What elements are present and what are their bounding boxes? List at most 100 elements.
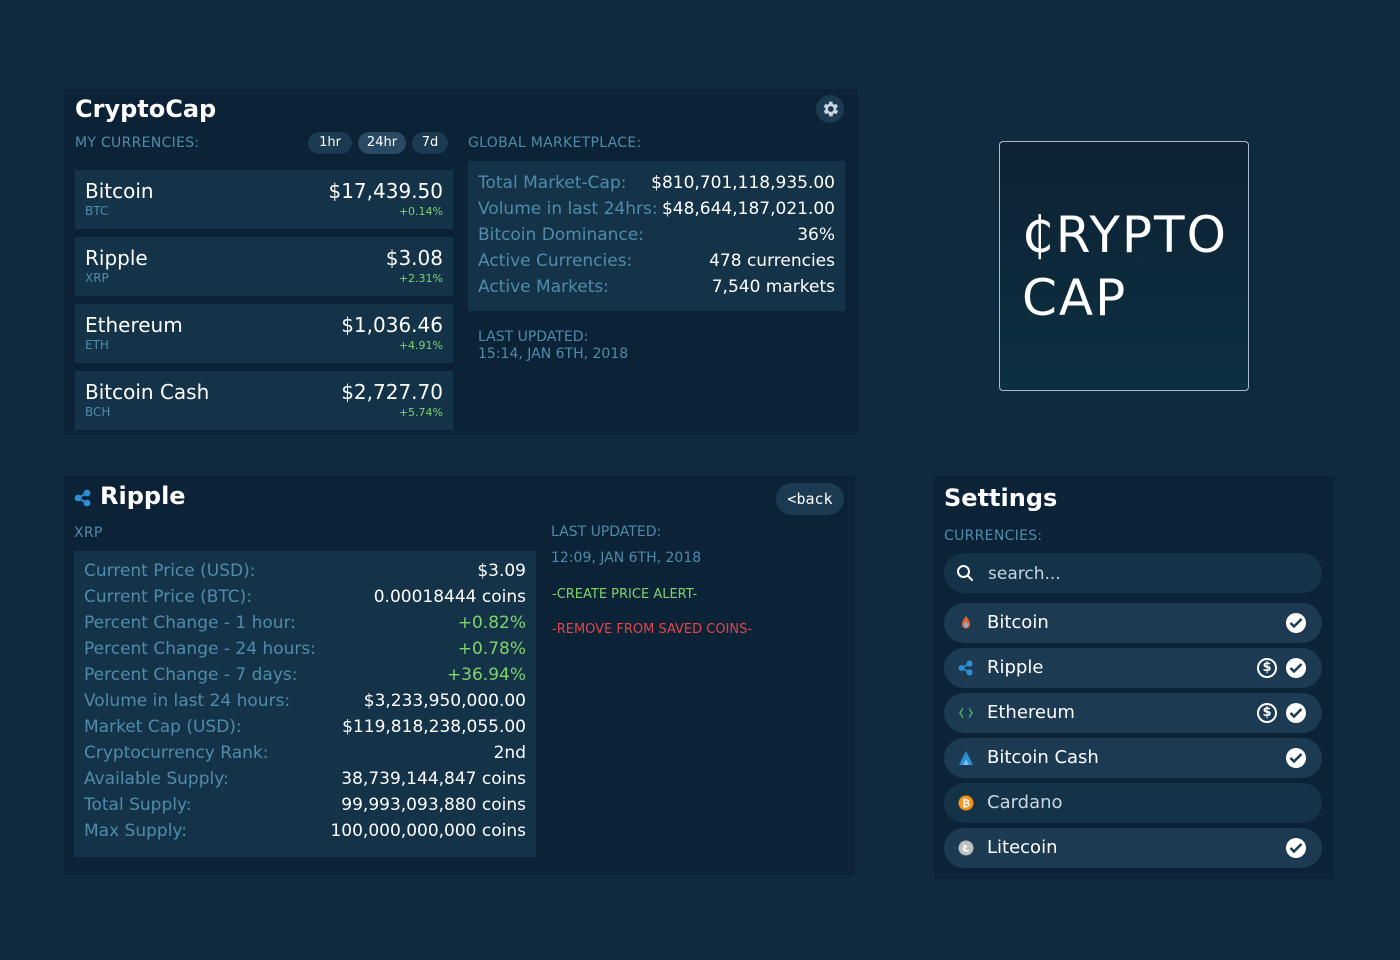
coin-price: $2,727.70	[341, 380, 443, 404]
price-alert-icon[interactable]: $	[1257, 703, 1277, 723]
detail-symbol: XRP	[74, 525, 103, 541]
my-currencies-label: MY CURRENCIES:	[75, 135, 200, 151]
coin-name: Ripple	[85, 246, 148, 270]
filter-24hr[interactable]: 24hr	[358, 132, 406, 154]
stat-label: Current Price (USD):	[84, 561, 256, 581]
stat-value: $119,818,238,055.00	[342, 717, 526, 737]
stat-value: +0.78%	[457, 639, 526, 659]
stat-value: +0.82%	[457, 613, 526, 633]
coin-detail-panel: Ripple <back XRP Current Price (USD): $3.…	[64, 476, 855, 875]
coin-price: $1,036.46	[341, 313, 443, 337]
currency-card-ripple[interactable]: Ripple XRP $3.08 +2.31%	[75, 237, 453, 296]
stat-value: 36%	[797, 225, 835, 245]
settings-item-label: Bitcoin Cash	[987, 747, 1099, 768]
settings-item-cardano[interactable]: ₿ Cardano	[944, 783, 1322, 823]
coin-change: +5.74%	[398, 406, 443, 419]
coin-name: Bitcoin	[85, 179, 154, 203]
detail-row: Available Supply: 38,739,144,847 coins	[84, 769, 526, 795]
price-alert-icon[interactable]: $	[1257, 658, 1277, 678]
settings-item-label: Litecoin	[987, 837, 1058, 858]
global-row: Active Currencies: 478 currencies	[478, 251, 835, 277]
ripple-icon	[74, 489, 91, 507]
svg-text:₿: ₿	[962, 798, 970, 810]
search-input[interactable]	[986, 559, 1310, 589]
coin-price: $3.08	[385, 246, 443, 270]
detail-row: Total Supply: 99,993,093,880 coins	[84, 795, 526, 821]
settings-item-ethereum[interactable]: Ethereum $	[944, 693, 1322, 733]
global-stats-box: Total Market-Cap: $810,701,118,935.00 Vo…	[468, 161, 845, 311]
detail-row: Current Price (BTC): 0.00018444 coins	[84, 587, 526, 613]
detail-row: Percent Change - 1 hour: +0.82%	[84, 613, 526, 639]
stat-value: 2nd	[493, 743, 526, 763]
detail-last-updated-label: LAST UPDATED:	[551, 524, 662, 540]
coin-name: Bitcoin Cash	[85, 380, 210, 404]
stat-label: Active Markets:	[478, 277, 610, 297]
settings-currencies-label: CURRENCIES:	[944, 528, 1043, 544]
filter-1hr[interactable]: 1hr	[308, 132, 352, 154]
stat-label: Volume in last 24hrs:	[478, 199, 658, 219]
filter-7d[interactable]: 7d	[412, 132, 448, 154]
settings-title: Settings	[944, 484, 1058, 512]
detail-row: Current Price (USD): $3.09	[84, 561, 526, 587]
check-icon[interactable]	[1286, 658, 1306, 678]
stat-label: Market Cap (USD):	[84, 717, 242, 737]
bitcoin-cash-icon	[959, 751, 973, 765]
settings-item-label: Ripple	[987, 657, 1044, 678]
settings-item-bitcoin-cash[interactable]: Bitcoin Cash	[944, 738, 1322, 778]
stat-label: Current Price (BTC):	[84, 587, 253, 607]
search-bar[interactable]	[944, 553, 1322, 593]
settings-item-ripple[interactable]: Ripple $	[944, 648, 1322, 688]
main-panel: CryptoCap MY CURRENCIES: 1hr 24hr 7d Bit…	[64, 89, 858, 435]
coin-symbol: XRP	[85, 271, 109, 285]
settings-panel: Settings CURRENCIES: Bitcoin Ripple $	[934, 476, 1334, 879]
stat-label: Volume in last 24 hours:	[84, 691, 291, 711]
global-marketplace-label: GLOBAL MARKETPLACE:	[468, 135, 642, 151]
stat-value: 0.00018444 coins	[373, 587, 526, 607]
check-icon[interactable]	[1286, 703, 1306, 723]
coin-change: +0.14%	[398, 205, 443, 218]
stat-label: Percent Change - 1 hour:	[84, 613, 296, 633]
gear-icon	[823, 101, 839, 117]
stat-label: Max Supply:	[84, 821, 187, 841]
currency-card-bitcoin-cash[interactable]: Bitcoin Cash BCH $2,727.70 +5.74%	[75, 371, 453, 430]
global-row: Total Market-Cap: $810,701,118,935.00	[478, 173, 835, 199]
check-icon[interactable]	[1286, 838, 1306, 858]
cardano-icon: ₿	[958, 795, 974, 811]
detail-stats-box: Current Price (USD): $3.09 Current Price …	[74, 551, 536, 857]
stat-label: Percent Change - 24 hours:	[84, 639, 316, 659]
detail-row: Percent Change - 24 hours: +0.78%	[84, 639, 526, 665]
stat-label: Total Supply:	[84, 795, 192, 815]
logo-line-1: ₵RYPTO	[1022, 206, 1228, 264]
settings-item-bitcoin[interactable]: Bitcoin	[944, 603, 1322, 643]
detail-row: Percent Change - 7 days: +36.94%	[84, 665, 526, 691]
ripple-icon	[958, 660, 973, 676]
currency-card-bitcoin[interactable]: Bitcoin BTC $17,439.50 +0.14%	[75, 170, 453, 229]
detail-last-updated-value: 12:09, JAN 6TH, 2018	[551, 550, 702, 566]
check-icon[interactable]	[1286, 748, 1306, 768]
last-updated-value: 15:14, JAN 6TH, 2018	[478, 346, 629, 362]
create-price-alert-link[interactable]: -CREATE PRICE ALERT-	[552, 587, 697, 602]
detail-row: Market Cap (USD): $119,818,238,055.00	[84, 717, 526, 743]
coin-symbol: BTC	[85, 204, 109, 218]
app-title: CryptoCap	[75, 95, 217, 123]
currency-card-ethereum[interactable]: Ethereum ETH $1,036.46 +4.91%	[75, 304, 453, 363]
settings-item-litecoin[interactable]: Ł Litecoin	[944, 828, 1322, 868]
stat-value: 7,540 markets	[711, 277, 835, 297]
cryptocap-logo: ₵RYPTO CAP	[999, 141, 1249, 391]
stat-label: Bitcoin Dominance:	[478, 225, 644, 245]
remove-saved-coin-link[interactable]: -REMOVE FROM SAVED COINS-	[552, 622, 752, 637]
global-row: Active Markets: 7,540 markets	[478, 277, 835, 303]
stat-value: 99,993,093,880 coins	[341, 795, 526, 815]
global-row: Bitcoin Dominance: 36%	[478, 225, 835, 251]
settings-button[interactable]	[816, 95, 844, 123]
last-updated-label: LAST UPDATED:	[478, 329, 589, 345]
settings-item-label: Bitcoin	[987, 612, 1049, 633]
global-row: Volume in last 24hrs: $48,644,187,021.00	[478, 199, 835, 225]
detail-row: Max Supply: 100,000,000,000 coins	[84, 821, 526, 847]
stat-label: Available Supply:	[84, 769, 229, 789]
back-button[interactable]: <back	[776, 483, 844, 515]
stat-value: $48,644,187,021.00	[661, 199, 835, 219]
stat-value: $3.09	[477, 561, 526, 581]
check-icon[interactable]	[1286, 613, 1306, 633]
stat-value: $3,233,950,000.00	[363, 691, 526, 711]
